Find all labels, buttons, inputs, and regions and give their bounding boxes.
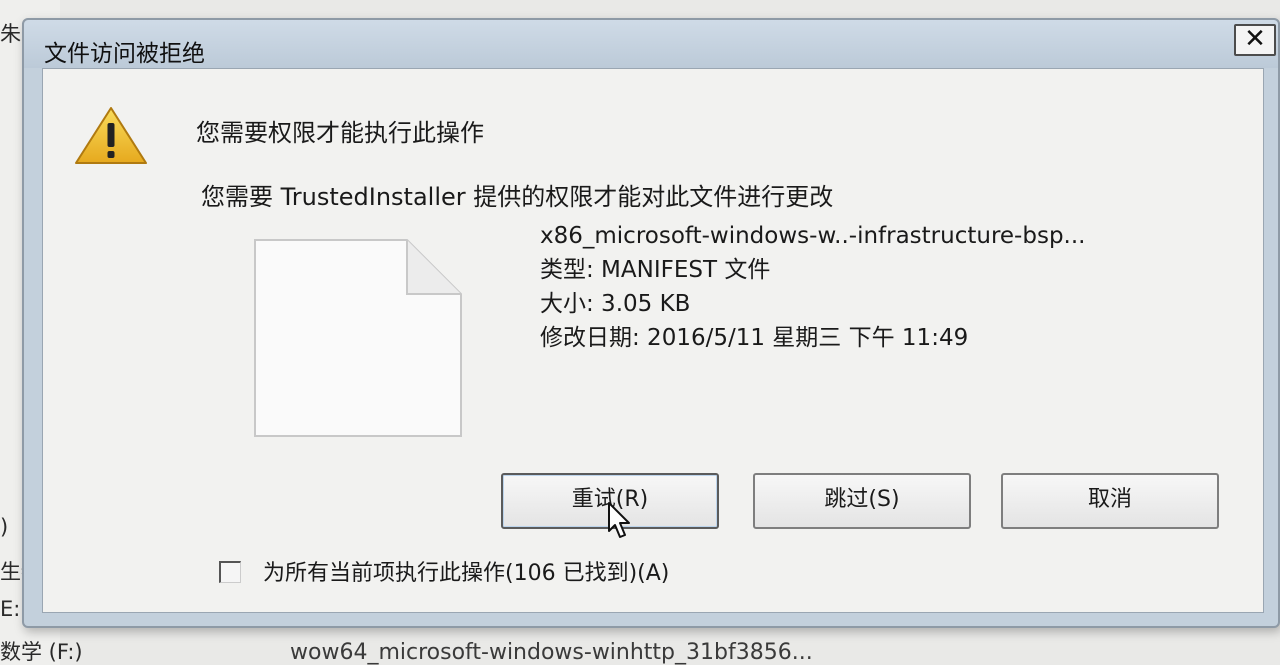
mouse-pointer-icon	[608, 502, 630, 538]
close-button[interactable]: ✕	[1234, 24, 1276, 56]
dialog-subheading: 您需要 TrustedInstaller 提供的权限才能对此文件进行更改	[201, 183, 834, 211]
background-drive-label-3[interactable]: 数学 (F:)	[0, 636, 83, 665]
close-icon: ✕	[1244, 24, 1266, 54]
file-details: x86_microsoft-windows-w..-infrastructure…	[540, 219, 1085, 355]
warning-icon	[75, 107, 147, 164]
file-size: 大小: 3.05 KB	[540, 291, 691, 317]
skip-button[interactable]: 跳过(S)	[753, 473, 971, 529]
file-icon	[254, 239, 462, 437]
background-label-1: 朱	[0, 22, 21, 46]
cancel-button[interactable]: 取消	[1001, 473, 1219, 529]
file-name: x86_microsoft-windows-w..-infrastructure…	[540, 223, 1086, 249]
dialog-title: 文件访问被拒绝	[44, 41, 205, 67]
apply-to-all-checkbox[interactable]	[219, 561, 241, 583]
dialog-heading: 您需要权限才能执行此操作	[196, 119, 484, 147]
file-modified-date: 修改日期: 2016/5/11 星期三 下午 11:49	[540, 325, 969, 351]
background-file-name[interactable]: wow64_microsoft-windows-winhttp_31bf3856…	[290, 640, 813, 665]
dialog-content: 您需要权限才能执行此操作 您需要 TrustedInstaller 提供的权限才…	[42, 68, 1264, 613]
file-type: 类型: MANIFEST 文件	[540, 257, 771, 283]
access-denied-dialog: 文件访问被拒绝 ✕ 您需要权限才能执行此操作 您需要 TrustedInstal…	[22, 18, 1280, 628]
apply-to-all-label[interactable]: 为所有当前项执行此操作(106 已找到)(A)	[263, 555, 669, 587]
background-label-2: )	[0, 515, 9, 539]
dialog-titlebar[interactable]: 文件访问被拒绝 ✕	[24, 20, 1278, 68]
